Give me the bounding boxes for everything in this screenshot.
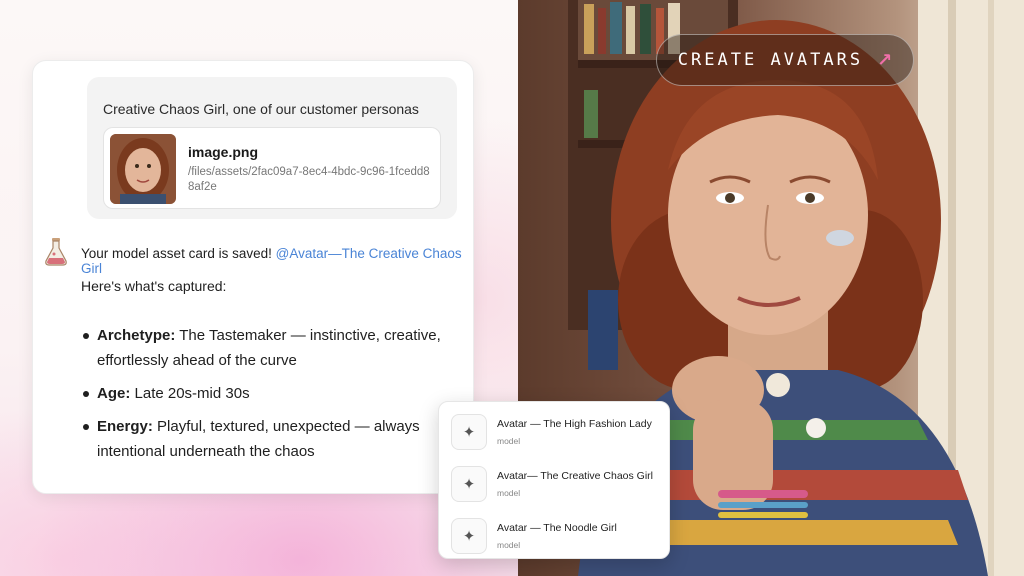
chat-card: Creative Chaos Girl, one of our customer… xyxy=(32,60,474,494)
attachment-path: /files/assets/2fac09a7-8ec4-4bdc-9c96-1f… xyxy=(188,166,430,193)
attribute-value: Late 20s-mid 30s xyxy=(134,385,250,402)
attribute-label: Archetype: xyxy=(97,327,176,344)
create-avatars-label: CREATE AVATARS xyxy=(677,50,864,70)
saved-text: Your model asset card is saved! xyxy=(81,246,272,261)
sparkle-icon: ✦ xyxy=(451,518,487,554)
bot-saved-message: Your model asset card is saved! @Avatar—… xyxy=(81,246,473,276)
model-type: model xyxy=(497,436,521,446)
captured-heading: Here's what's captured: xyxy=(81,278,227,294)
attachment-filename: image.png xyxy=(188,144,259,160)
model-title: Avatar— The Creative Chaos Girl xyxy=(497,470,654,482)
user-message: Creative Chaos Girl, one of our customer… xyxy=(87,77,457,219)
list-item: Archetype: The Tastemaker — instinctive,… xyxy=(81,323,461,373)
image-attachment[interactable]: image.png /files/assets/2fac09a7-8ec4-4b… xyxy=(103,127,441,209)
user-message-text: Creative Chaos Girl, one of our customer… xyxy=(103,101,419,117)
sparkle-icon: ✦ xyxy=(451,414,487,450)
model-title: Avatar — The High Fashion Lady xyxy=(497,418,652,430)
model-item-high-fashion-lady[interactable]: ✦ Avatar — The High Fashion Lady model xyxy=(451,412,661,452)
arrow-up-right-icon: ↗ xyxy=(877,49,893,70)
attribute-label: Age: xyxy=(97,385,131,402)
list-item: Age: Late 20s-mid 30s xyxy=(81,381,461,406)
model-item-noodle-girl[interactable]: ✦ Avatar — The Noodle Girl model xyxy=(451,516,661,556)
model-item-creative-chaos-girl[interactable]: ✦ Avatar— The Creative Chaos Girl model xyxy=(451,464,661,504)
model-title: Avatar — The Noodle Girl xyxy=(497,522,617,534)
model-type: model xyxy=(497,488,521,498)
list-item: Energy: Playful, textured, unexpected — … xyxy=(81,414,461,464)
create-avatars-button[interactable]: CREATE AVATARS ↗ xyxy=(656,34,914,86)
attachment-thumbnail xyxy=(110,134,176,204)
flask-icon xyxy=(43,237,69,267)
model-type: model xyxy=(497,540,521,550)
attribute-label: Energy: xyxy=(97,418,153,435)
sparkle-icon: ✦ xyxy=(451,466,487,502)
model-suggestions-menu: ✦ Avatar — The High Fashion Lady model ✦… xyxy=(438,401,670,559)
persona-attributes-list: Archetype: The Tastemaker — instinctive,… xyxy=(81,323,461,472)
